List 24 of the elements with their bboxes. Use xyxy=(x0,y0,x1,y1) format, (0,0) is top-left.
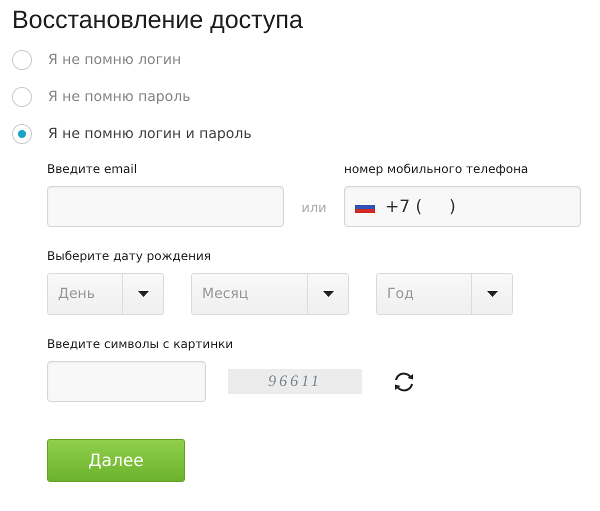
field-label: Введите символы с картинки xyxy=(47,337,234,351)
radio-label[interactable]: Я не помню пароль xyxy=(48,89,190,105)
phone-field[interactable]: +7 ( ) xyxy=(344,186,581,227)
dropdown[interactable]: День xyxy=(47,273,164,315)
or-text: или xyxy=(300,201,328,218)
next-button[interactable]: Далее xyxy=(47,439,185,482)
radio-button[interactable] xyxy=(12,124,32,144)
radio-button[interactable] xyxy=(12,87,32,107)
email-field[interactable] xyxy=(47,186,284,227)
caret-icon xyxy=(322,291,334,297)
caret-icon xyxy=(486,291,498,297)
dropdown[interactable]: Месяц xyxy=(191,273,349,315)
captcha-field[interactable] xyxy=(47,361,206,402)
field-label: номер мобильного телефона xyxy=(344,162,530,176)
field-label: Введите email xyxy=(47,162,138,176)
radio-label[interactable]: Я не помню логин xyxy=(48,52,182,68)
field-label: Выберите дату рождения xyxy=(47,249,212,263)
dropdown[interactable]: Год xyxy=(376,273,513,315)
caret-icon xyxy=(138,291,148,297)
captcha-image: 96611 xyxy=(228,369,362,394)
radio-button[interactable] xyxy=(12,50,32,70)
radio-label[interactable]: Я не помню логин и пароль xyxy=(48,126,252,142)
page-title: Восстановление доступа xyxy=(12,6,304,35)
refresh-icon[interactable] xyxy=(392,370,416,392)
